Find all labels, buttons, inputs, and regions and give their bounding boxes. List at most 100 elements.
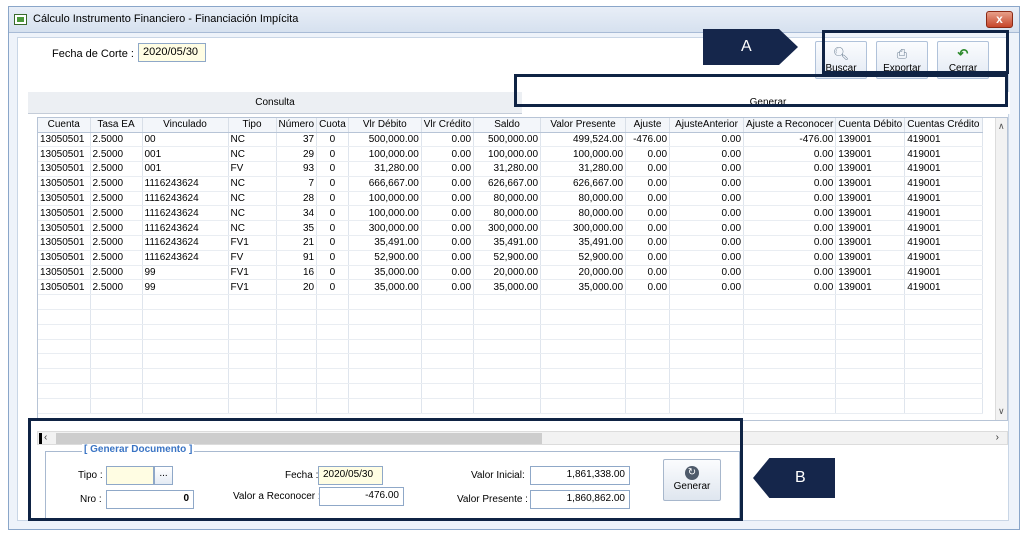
column-header[interactable]: Valor Presente xyxy=(540,118,627,133)
table-row[interactable]: 13050501 2.5000 1116243624 NC 35 0 300,000.00 0… xyxy=(38,220,983,237)
table-cell: 0.00 xyxy=(669,176,745,192)
vertical-scrollbar[interactable]: ∧ ∨ xyxy=(995,118,1007,420)
fecha-corte-field[interactable]: 2020/05/30 xyxy=(138,43,206,62)
column-header[interactable]: Vlr Crédito xyxy=(421,118,475,133)
table-cell: 1116243624 xyxy=(142,176,229,192)
empty-cell xyxy=(835,383,906,399)
empty-cell xyxy=(743,398,837,414)
empty-cell xyxy=(348,309,422,325)
table-row[interactable]: 13050501 2.5000 001 FV 93 0 31,280.00 0.00 31,28… xyxy=(38,161,983,177)
table-cell: 35,000.00 xyxy=(473,279,542,296)
table-cell: 35,491.00 xyxy=(540,235,627,251)
table-row[interactable]: 13050501 2.5000 1116243624 NC 34 0 100,000.00 0… xyxy=(38,205,983,222)
column-header[interactable]: Ajuste xyxy=(625,118,671,133)
empty-cell xyxy=(540,383,627,399)
table-cell: NC xyxy=(228,191,277,207)
table-cell: 139001 xyxy=(835,191,906,207)
column-header[interactable]: Vlr Débito xyxy=(348,118,422,133)
table-cell: 139001 xyxy=(835,161,906,177)
empty-cell xyxy=(276,294,318,311)
table-cell: 0 xyxy=(316,265,349,281)
column-header[interactable]: Tasa EA xyxy=(90,118,143,133)
column-header[interactable]: Cuenta xyxy=(38,118,91,133)
empty-cell xyxy=(669,294,745,311)
empty-cell xyxy=(473,294,542,311)
table-cell: 13050501 xyxy=(38,250,91,266)
table-cell: 0.00 xyxy=(743,191,837,207)
table-cell: 0 xyxy=(316,235,349,251)
column-header[interactable]: Cuota xyxy=(316,118,349,133)
table-cell: 626,667.00 xyxy=(540,176,627,192)
table-cell: 13050501 xyxy=(38,132,91,148)
column-header[interactable]: Cuentas Crédito xyxy=(904,118,983,133)
empty-cell xyxy=(228,398,277,414)
table-cell: 2.5000 xyxy=(90,205,143,222)
table-row[interactable]: 13050501 2.5000 99 FV1 20 0 35,000.00 0.00 35,00… xyxy=(38,279,983,296)
table-row[interactable]: 13050501 2.5000 1116243624 NC 28 0 100,000.00 0… xyxy=(38,191,983,207)
empty-cell xyxy=(316,309,349,325)
empty-cell xyxy=(473,398,542,414)
tab-consulta[interactable]: Consulta xyxy=(28,92,522,114)
column-header[interactable]: Número xyxy=(276,118,318,133)
table-cell: 2.5000 xyxy=(90,235,143,251)
empty-cell xyxy=(421,294,475,311)
empty-cell xyxy=(540,398,627,414)
empty-row xyxy=(38,294,983,311)
table-cell: 419001 xyxy=(904,235,983,251)
column-header[interactable]: AjusteAnterior xyxy=(669,118,745,133)
column-header[interactable]: Vinculado xyxy=(142,118,229,133)
empty-cell xyxy=(316,339,349,355)
table-cell: 0.00 xyxy=(421,176,475,192)
table-row[interactable]: 13050501 2.5000 1116243624 NC 7 0 666,667.00 0.… xyxy=(38,176,983,192)
table-cell: 80,000.00 xyxy=(473,191,542,207)
empty-cell xyxy=(835,339,906,355)
empty-cell xyxy=(904,294,983,311)
grid-body: 13050501 2.5000 00 NC 37 0 500,000.00 0.00 500,0… xyxy=(38,132,983,414)
table-row[interactable]: 13050501 2.5000 1116243624 FV1 21 0 35,491.00 0… xyxy=(38,235,983,251)
table-cell: 0.00 xyxy=(743,250,837,266)
scroll-right-icon[interactable]: › xyxy=(996,432,999,443)
table-cell: 2.5000 xyxy=(90,279,143,296)
table-row[interactable]: 13050501 2.5000 001 NC 29 0 100,000.00 0.00 100,… xyxy=(38,146,983,163)
column-header[interactable]: Saldo xyxy=(473,118,542,133)
table-row[interactable]: 13050501 2.5000 99 FV1 16 0 35,000.00 0.00 20,00… xyxy=(38,265,983,281)
table-cell: 16 xyxy=(276,265,318,281)
table-row[interactable]: 13050501 2.5000 1116243624 FV 91 0 52,900.00 0.… xyxy=(38,250,983,266)
empty-cell xyxy=(90,398,143,414)
table-cell: 300,000.00 xyxy=(473,220,542,237)
grid-header-row: Cuenta Tasa EA Vinculado Tipo Número Cuota Vlr… xyxy=(38,118,983,133)
table-cell: 139001 xyxy=(835,205,906,222)
table-cell: 626,667.00 xyxy=(473,176,542,192)
column-header[interactable]: Ajuste a Reconocer xyxy=(743,118,837,133)
table-cell: 0.00 xyxy=(743,161,837,177)
empty-cell xyxy=(316,383,349,399)
window-close-button[interactable]: x xyxy=(986,11,1013,28)
scroll-down-icon[interactable]: ∨ xyxy=(998,406,1005,417)
table-cell: 0.00 xyxy=(625,235,671,251)
table-cell: 0 xyxy=(316,250,349,266)
empty-cell xyxy=(473,324,542,340)
empty-cell xyxy=(142,353,229,370)
table-cell: 419001 xyxy=(904,279,983,296)
column-header[interactable]: Tipo xyxy=(228,118,277,133)
empty-cell xyxy=(421,309,475,325)
table-cell: 34 xyxy=(276,205,318,222)
table-cell: 419001 xyxy=(904,146,983,163)
empty-cell xyxy=(904,398,983,414)
table-cell: 0.00 xyxy=(421,279,475,296)
table-cell: 0.00 xyxy=(669,191,745,207)
table-cell: NC xyxy=(228,146,277,163)
column-header[interactable]: Cuenta Débito xyxy=(835,118,906,133)
empty-cell xyxy=(743,353,837,370)
table-row[interactable]: 13050501 2.5000 00 NC 37 0 500,000.00 0.00 500,0… xyxy=(38,132,983,148)
table-cell: 52,900.00 xyxy=(473,250,542,266)
scroll-up-icon[interactable]: ∧ xyxy=(998,121,1005,132)
table-cell: 0.00 xyxy=(669,146,745,163)
empty-cell xyxy=(142,383,229,399)
table-cell: 0.00 xyxy=(743,205,837,222)
table-cell: 80,000.00 xyxy=(473,205,542,222)
table-cell: 419001 xyxy=(904,176,983,192)
table-cell: 80,000.00 xyxy=(540,191,627,207)
table-cell: 0.00 xyxy=(625,205,671,222)
empty-cell xyxy=(316,324,349,340)
